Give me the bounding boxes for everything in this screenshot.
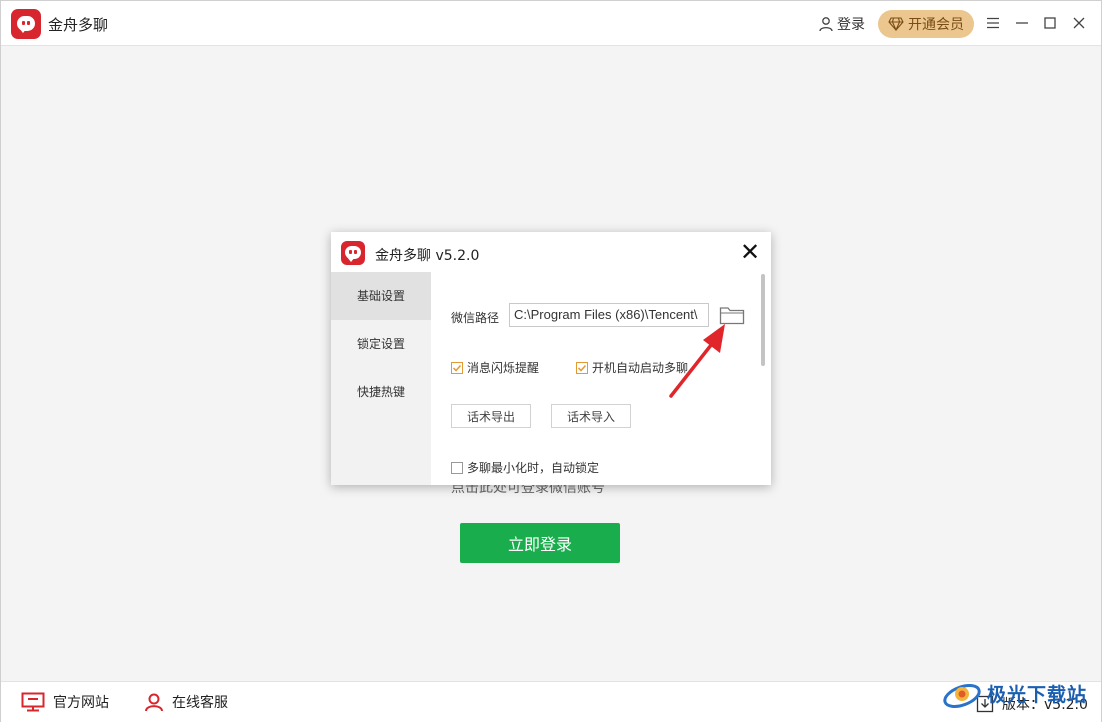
settings-sidebar: 基础设置 锁定设置 快捷热键 xyxy=(331,272,431,485)
minimize-icon[interactable] xyxy=(1011,12,1033,34)
diamond-icon xyxy=(888,17,904,31)
minimize-lock-label: 多聊最小化时，自动锁定 xyxy=(467,461,600,475)
dialog-close-icon[interactable]: ✕ xyxy=(737,240,763,266)
dialog-logo-icon xyxy=(341,241,365,265)
settings-scrollbar[interactable] xyxy=(761,274,765,366)
browse-folder-icon[interactable] xyxy=(719,305,745,325)
login-label: 登录 xyxy=(837,17,865,33)
export-scripts-button[interactable]: 话术导出 xyxy=(451,404,531,428)
monitor-icon xyxy=(21,692,45,712)
minimize-lock-checkbox[interactable]: 多聊最小化时，自动锁定 xyxy=(451,459,599,476)
version-label: 版本：v5.2.0 xyxy=(1002,697,1088,713)
app-logo-icon xyxy=(11,9,41,39)
menu-icon[interactable] xyxy=(982,12,1004,34)
login-now-button[interactable]: 立即登录 xyxy=(460,523,620,563)
official-site-label: 官方网站 xyxy=(53,695,109,711)
version-info[interactable]: 版本：v5.2.0 xyxy=(976,694,1088,714)
sidebar-item-hotkeys[interactable]: 快捷热键 xyxy=(331,368,431,416)
service-person-icon xyxy=(145,693,163,712)
flash-reminder-label: 消息闪烁提醒 xyxy=(467,361,540,375)
title-bar: 金舟多聊 登录 开通会员 xyxy=(1,1,1101,46)
download-icon xyxy=(976,695,994,713)
close-icon[interactable] xyxy=(1068,12,1090,34)
app-title: 金舟多聊 xyxy=(48,16,109,34)
wechat-path-label: 微信路径 xyxy=(451,311,500,325)
settings-body: 微信路径 C:\Program Files (x86)\Tencent\ 消息闪… xyxy=(431,272,771,485)
flash-reminder-checkbox[interactable]: 消息闪烁提醒 xyxy=(451,359,539,376)
import-scripts-button[interactable]: 话术导入 xyxy=(551,404,631,428)
official-site-link[interactable]: 官方网站 xyxy=(21,692,109,712)
login-link[interactable]: 登录 xyxy=(818,14,865,34)
autostart-label: 开机自动启动多聊 xyxy=(592,361,689,375)
sidebar-item-basic-settings[interactable]: 基础设置 xyxy=(331,272,431,320)
vip-button[interactable]: 开通会员 xyxy=(878,10,974,38)
maximize-icon[interactable] xyxy=(1039,12,1061,34)
checkbox-unchecked-icon xyxy=(451,461,463,474)
vip-label: 开通会员 xyxy=(908,17,964,33)
checkbox-checked-icon xyxy=(576,361,588,374)
autostart-checkbox[interactable]: 开机自动启动多聊 xyxy=(576,359,688,376)
bottom-bar: 官方网站 在线客服 版本：v5.2.0 xyxy=(1,681,1101,722)
checkbox-checked-icon xyxy=(451,361,463,374)
settings-dialog: 金舟多聊 v5.2.0 ✕ 基础设置 锁定设置 快捷热键 微信路径 C:\Pro… xyxy=(331,232,771,485)
online-service-label: 在线客服 xyxy=(172,695,228,711)
online-service-link[interactable]: 在线客服 xyxy=(144,692,228,712)
dialog-header: 金舟多聊 v5.2.0 ✕ xyxy=(331,232,771,272)
dialog-title: 金舟多聊 v5.2.0 xyxy=(375,248,480,264)
wechat-path-field[interactable]: C:\Program Files (x86)\Tencent\ xyxy=(509,303,709,327)
user-icon xyxy=(819,17,833,32)
sidebar-item-lock-settings[interactable]: 锁定设置 xyxy=(331,320,431,368)
